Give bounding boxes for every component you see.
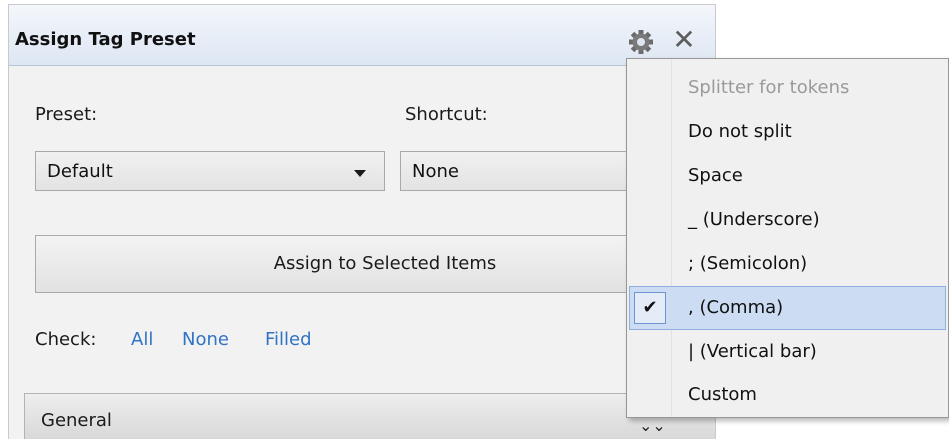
menu-item-label: | (Vertical bar) [688,341,817,362]
menu-item-label: Space [688,165,743,186]
menu-item-semicolon[interactable]: ; (Semicolon) [629,242,946,286]
dropdown-arrow-icon [354,170,366,177]
check-box-icon: ✔ [634,292,666,324]
panel-titlebar: Assign Tag Preset ✕ [9,5,715,66]
menu-header-label: Splitter for tokens [688,77,850,98]
shortcut-label: Shortcut: [405,104,488,125]
menu-item-comma[interactable]: ✔ , (Comma) [629,286,946,330]
preset-label: Preset: [35,104,98,125]
group-header-label: General [41,410,112,431]
menu-item-vertical-bar[interactable]: | (Vertical bar) [629,330,946,374]
assign-to-selected-button[interactable]: Assign to Selected Items [35,235,715,293]
panel-title: Assign Tag Preset [15,29,196,50]
close-icon: ✕ [672,23,696,56]
menu-item-underscore[interactable]: _ (Underscore) [629,198,946,242]
collapse-chevron-icon: ⌄⌄ [639,416,666,435]
close-button[interactable]: ✕ [669,23,699,57]
check-label: Check: [35,329,97,350]
checkmark-icon: ✔ [642,297,658,318]
preset-dropdown[interactable]: Default [35,151,385,191]
menu-item-label: , (Comma) [688,297,784,318]
menu-item-label: Do not split [688,121,792,142]
check-all-link[interactable]: All [131,329,153,350]
settings-gear-button[interactable] [626,27,656,57]
gear-icon [629,30,653,54]
shortcut-dropdown-value: None [412,161,459,182]
menu-item-label: Custom [688,384,757,405]
group-header-general[interactable]: General ⌄⌄ [24,393,715,439]
check-filled-link[interactable]: Filled [265,329,312,350]
menu-header: Splitter for tokens [629,66,946,110]
preset-dropdown-value: Default [47,161,113,182]
menu-item-label: ; (Semicolon) [688,253,808,274]
menu-item-space[interactable]: Space [629,154,946,198]
menu-item-do-not-split[interactable]: Do not split [629,110,946,154]
assign-tag-preset-panel: Assign Tag Preset ✕ Preset: Shortcut: De… [8,4,716,439]
splitter-context-menu: Splitter for tokens Do not split Space _… [626,58,949,418]
check-none-link[interactable]: None [182,329,229,350]
menu-item-custom[interactable]: Custom [629,373,946,417]
menu-item-label: _ (Underscore) [688,209,820,230]
